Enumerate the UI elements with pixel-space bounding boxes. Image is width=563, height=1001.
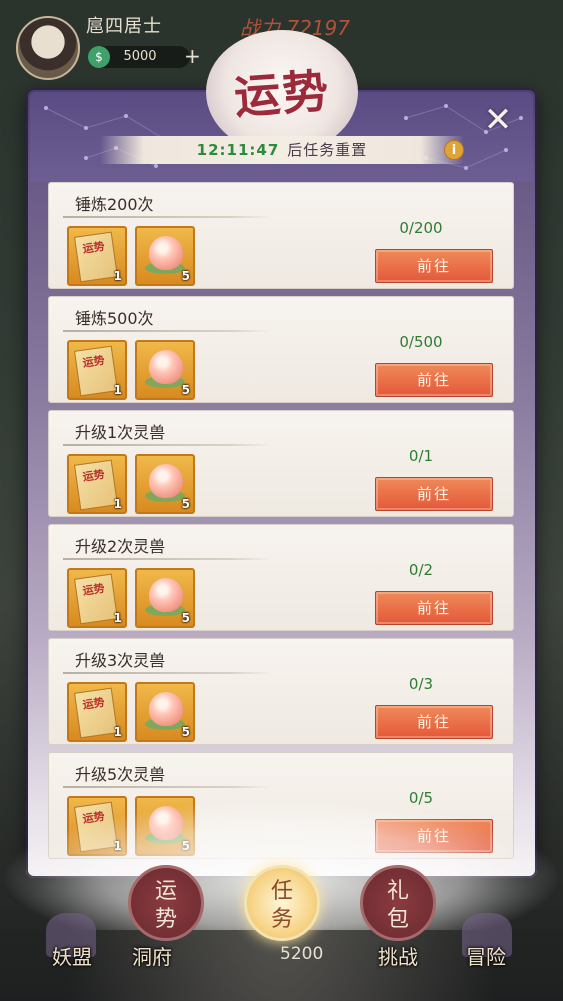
reward-count: 1 [113,725,122,739]
task-name: 锤炼500次 [75,309,154,328]
fortune-scroll-icon: 运势 [73,459,119,511]
task-card: 升级3次灵兽 运势 1 5 0/3 前往 [48,638,514,745]
task-divider [63,558,271,560]
reward-slot[interactable]: 运势 1 [67,454,127,514]
reward-slot[interactable]: 5 [135,682,195,742]
reward-slot[interactable]: 5 [135,454,195,514]
reward-slot[interactable]: 5 [135,568,195,628]
task-progress: 0/3 [408,675,434,693]
task-divider [63,216,271,218]
reward-count: 1 [113,269,122,283]
reward-slot[interactable]: 运势 1 [67,568,127,628]
task-progress: 0/500 [399,333,443,351]
task-progress: 0/200 [399,219,443,237]
reward-slot[interactable]: 运势 1 [67,682,127,742]
reward-count: 1 [113,497,122,511]
go-button[interactable]: 前往 [375,477,493,511]
add-currency-button[interactable]: + [184,44,201,68]
fortune-scroll-icon: 运势 [73,687,119,739]
task-divider [63,786,271,788]
task-name: 升级5次灵兽 [75,765,166,784]
nav-item-alliance[interactable]: 妖盟 [52,941,92,970]
reward-count: 1 [113,383,122,397]
peach-icon [149,350,183,384]
peach-icon [149,464,183,498]
tab-fortune[interactable]: 运 势 [128,865,204,941]
fortune-scroll-icon: 运势 [73,345,119,397]
reset-timer-label: 后任务重置 [287,141,368,159]
fortune-scroll-icon: 运势 [73,573,119,625]
player-avatar[interactable] [16,16,80,80]
task-card: 升级2次灵兽 运势 1 5 0/2 前往 [48,524,514,631]
tab-label-line2: 势 [154,907,177,932]
info-icon[interactable]: i [444,140,464,160]
panel-title: 运势 [232,63,332,125]
task-name: 升级3次灵兽 [75,651,166,670]
reward-count: 5 [181,725,190,739]
tab-label-line1: 礼 [386,879,409,904]
peach-icon [149,236,183,270]
tab-label-line1: 任 [270,879,293,904]
nav-item-cave[interactable]: 洞府 [132,941,172,970]
reward-count: 1 [113,611,122,625]
currency-icon: $ [88,46,110,68]
nav-item-adventure[interactable]: 冒险 [466,941,506,970]
task-progress: 0/2 [408,561,434,579]
reward-slot[interactable]: 运势 1 [67,226,127,286]
task-name: 升级2次灵兽 [75,537,166,556]
close-icon[interactable]: ✕ [478,100,518,140]
task-name: 锤炼200次 [75,195,154,214]
task-divider [63,444,271,446]
task-card: 锤炼200次 运势 1 5 0/200 前往 [48,182,514,289]
reward-slot[interactable]: 5 [135,226,195,286]
task-list[interactable]: 锤炼200次 运势 1 5 0/200 前往 锤炼500次 运势 1 5 0/5… [48,182,514,866]
reward-count: 5 [181,269,190,283]
reward-count: 5 [181,383,190,397]
tab-label-line2: 包 [386,907,409,932]
peach-icon [149,578,183,612]
task-divider [63,330,271,332]
reward-count: 5 [181,611,190,625]
nav-item-challenge[interactable]: 挑战 [378,941,418,970]
peach-icon [149,692,183,726]
go-button[interactable]: 前往 [375,591,493,625]
reward-count: 5 [181,497,190,511]
tab-tasks[interactable]: 任 务 [244,865,320,941]
reset-timer-time: 12:11:47 [196,141,280,159]
reward-slot[interactable]: 5 [135,340,195,400]
go-button[interactable]: 前往 [375,705,493,739]
tab-label-line2: 务 [270,907,293,932]
reset-timer-bar: 12:11:47 后任务重置 [100,136,464,164]
tab-label-line1: 运 [154,879,177,904]
go-button[interactable]: 前往 [375,363,493,397]
reward-slot[interactable]: 运势 1 [67,340,127,400]
task-divider [63,672,271,674]
task-name: 升级1次灵兽 [75,423,166,442]
task-card: 升级1次灵兽 运势 1 5 0/1 前往 [48,410,514,517]
nav-coin-amount: 5200 [280,944,324,964]
task-progress: 0/1 [408,447,434,465]
fortune-scroll-icon: 运势 [73,231,119,283]
tab-gift-pack[interactable]: 礼 包 [360,865,436,941]
player-name: 扈四居士 [86,16,162,37]
go-button[interactable]: 前往 [375,249,493,283]
task-card: 锤炼500次 运势 1 5 0/500 前往 [48,296,514,403]
